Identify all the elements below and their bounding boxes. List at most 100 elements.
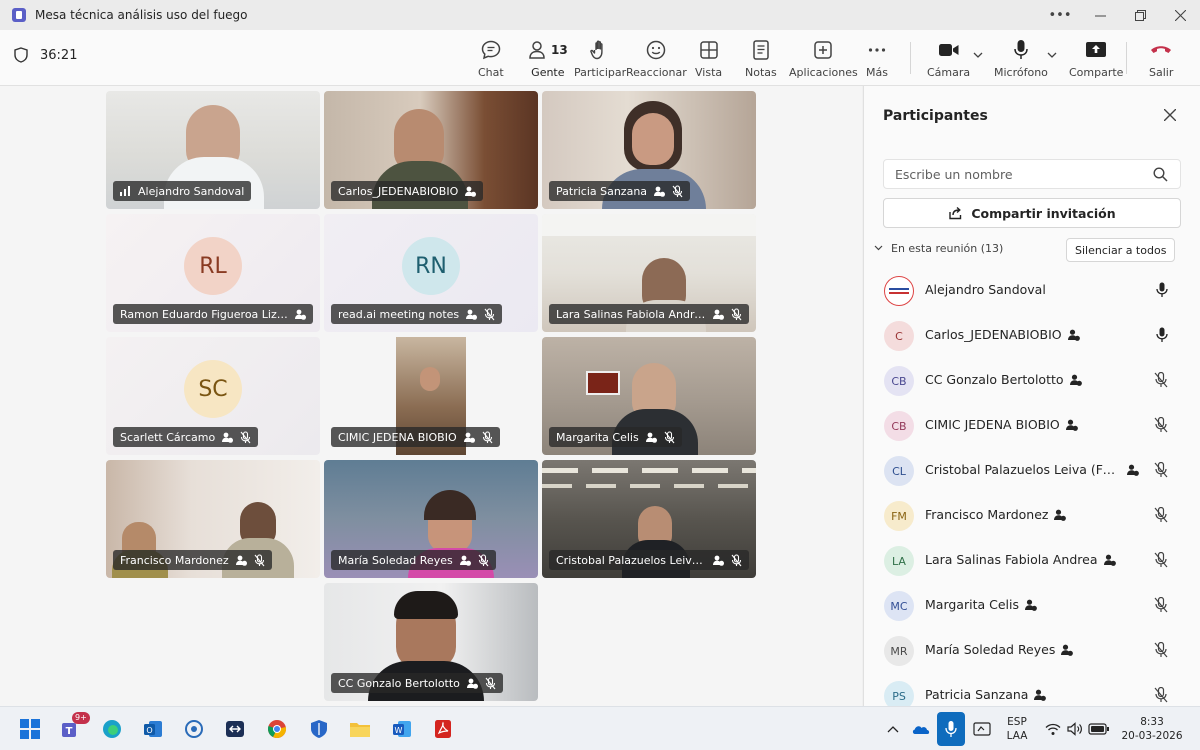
participant-name: Patricia Sanzana [925,687,1029,702]
video-tile[interactable]: Cristobal Palazuelos Leiva ... [542,460,756,578]
participant-video [542,484,756,488]
svg-text:O: O [146,726,152,735]
meeting-timer: 36:21 [14,47,77,63]
teams-logo-icon [12,8,26,22]
add-app-icon [814,41,833,59]
input-language-indicator[interactable]: ESP LAA [1004,715,1030,743]
avatar-tile[interactable]: RL Ramon Eduardo Figueroa Lizana [106,214,320,332]
guest-icon [654,186,666,197]
notes-button[interactable]: Notas [745,38,777,79]
leave-button[interactable]: Salir [1149,38,1173,79]
more-options-icon[interactable]: ••• [1040,0,1080,30]
guest-icon [1054,509,1067,521]
defender-shield-icon[interactable] [306,716,332,742]
guest-icon [235,555,247,566]
guest-icon [465,186,477,197]
video-tile[interactable]: CC Gonzalo Bertolotto [324,583,538,701]
participant-name: Carlos_JEDENABIOBIO [925,327,1062,342]
mute-all-button[interactable]: Silenciar a todos [1066,238,1176,262]
participant-row[interactable]: C Carlos_JEDENABIOBIO [864,313,1200,358]
restore-icon[interactable] [1120,0,1160,30]
participant-video [394,591,458,619]
participant-row[interactable]: CB CC Gonzalo Bertolotto [864,358,1200,403]
video-tile[interactable]: Carlos_JEDENABIOBIO [324,91,538,209]
notification-badge: 9+ [72,712,90,724]
file-explorer-icon[interactable] [347,716,373,742]
avatar: RL [184,237,242,295]
video-tile[interactable]: Patricia Sanzana [542,91,756,209]
video-tile[interactable]: CIMIC JEDENA BIOBIO [324,337,538,455]
participant-row[interactable]: MC Margarita Celis [864,583,1200,628]
edge-browser-icon[interactable] [99,716,125,742]
video-tile[interactable]: Francisco Mardonez [106,460,320,578]
camera-options-chevron-down-icon[interactable] [973,50,983,61]
battery-icon[interactable] [1086,716,1112,742]
share-invite-button[interactable]: Compartir invitación [883,198,1181,228]
screen-capture-icon[interactable] [969,716,995,742]
teams-taskbar-icon[interactable]: T 9+ [58,712,90,742]
participant-row[interactable]: MR María Soledad Reyes [864,628,1200,673]
participant-row[interactable]: CL Cristobal Palazuelos Leiva (Forestal … [864,448,1200,493]
outlook-icon[interactable]: O [140,716,166,742]
microphone-on-icon [1156,327,1168,347]
camera-button[interactable]: Cámara [927,38,970,79]
raise-hand-button[interactable]: Participar [574,38,626,79]
remote-access-icon[interactable] [222,716,248,742]
avatar-tile[interactable]: RN read.ai meeting notes [324,214,538,332]
show-hidden-icons-chevron-up-icon[interactable] [880,716,906,742]
microphone-in-use-icon[interactable] [937,712,965,746]
taskbar: T 9+ O W ESP LAA 8:33 20-03-2026 [0,706,1200,750]
participant-row[interactable]: LA Lara Salinas Fabiola Andrea [864,538,1200,583]
microphone-on-icon [1156,282,1168,302]
share-button[interactable]: Comparte [1069,38,1123,79]
muted-mic-icon [672,184,683,198]
apps-button[interactable]: Aplicaciones [789,38,858,79]
guest-icon [1069,374,1082,386]
people-count: 13 [551,43,568,57]
video-tile[interactable]: María Soledad Reyes [324,460,538,578]
chat-button[interactable]: Chat [478,38,504,79]
participant-video [542,468,756,473]
avatar-tile[interactable]: SC Scarlett Cárcamo [106,337,320,455]
avatar: CB [884,366,914,396]
close-window-icon[interactable] [1160,0,1200,30]
acrobat-pdf-icon[interactable] [430,716,456,742]
avatar: MR [884,636,914,666]
onedrive-cloud-icon[interactable] [908,716,934,742]
avatar: MC [884,591,914,621]
participant-row[interactable]: CB CIMIC JEDENA BIOBIO [864,403,1200,448]
participant-name: María Soledad Reyes [925,642,1056,657]
video-tile[interactable]: Margarita Celis [542,337,756,455]
microphone-button[interactable]: Micrófono [994,38,1048,79]
video-tile[interactable]: Lara Salinas Fabiola Andrea [542,214,756,332]
search-input[interactable]: Escribe un nombre [883,159,1181,189]
participant-row[interactable]: FM Francisco Mardonez [864,493,1200,538]
clock[interactable]: 8:33 20-03-2026 [1118,715,1186,743]
close-panel-icon[interactable] [1163,106,1177,125]
video-tile[interactable]: Alejandro Sandoval [106,91,320,209]
camera-icon [938,44,959,56]
support-chat-icon[interactable] [181,716,207,742]
participant-name-label: Francisco Mardonez [113,550,272,570]
muted-mic-icon [731,553,742,567]
organization-logo-avatar [884,276,914,306]
in-meeting-section-toggle[interactable]: En esta reunión (13) [874,242,1003,255]
participant-row[interactable]: Alejandro Sandoval [864,268,1200,313]
toolbar-divider [910,42,911,74]
window-title: Mesa técnica análisis uso del fuego [35,8,248,22]
muted-mic-icon [240,430,251,444]
guest-icon [713,555,724,566]
view-button[interactable]: Vista [695,38,722,79]
start-windows-icon[interactable] [17,716,43,742]
people-button[interactable]: 13 Gente [528,38,568,88]
chrome-browser-icon[interactable] [264,716,290,742]
participant-name: CIMIC JEDENA BIOBIO [925,417,1060,432]
minimize-icon[interactable] [1080,0,1120,30]
word-icon[interactable]: W [389,716,415,742]
participant-video [632,113,674,165]
volume-icon[interactable] [1062,716,1088,742]
microphone-options-chevron-down-icon[interactable] [1047,50,1057,61]
participant-video [542,214,756,236]
more-button[interactable]: Más [866,38,888,79]
react-button[interactable]: Reaccionar [626,38,687,79]
